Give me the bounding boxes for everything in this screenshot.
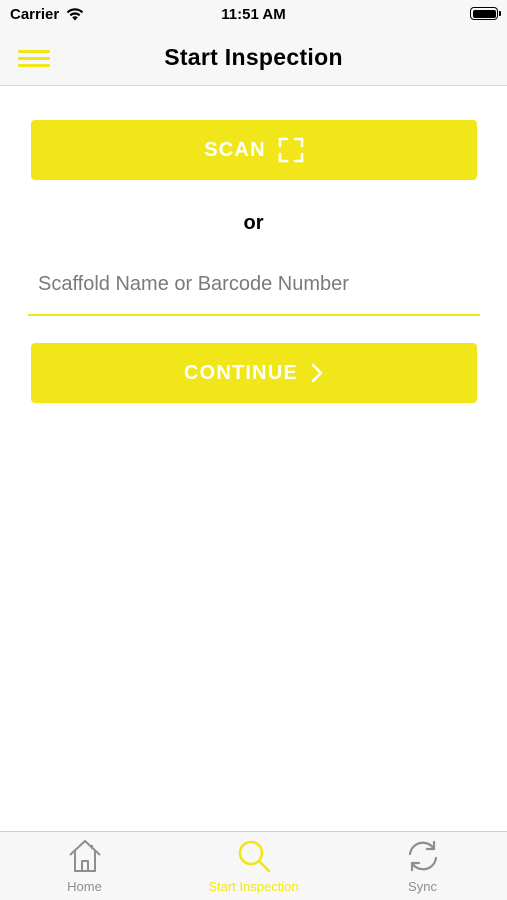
or-separator: or [243, 212, 264, 234]
sync-icon [408, 840, 437, 872]
nav-bar: Start Inspection [0, 30, 507, 86]
page-title: Start Inspection [164, 44, 343, 70]
scaffold-search-input[interactable] [38, 266, 468, 302]
tab-start-inspection[interactable]: Start Inspection [169, 836, 338, 898]
tab-sync[interactable]: Sync [338, 836, 507, 898]
scan-button[interactable]: SCAN [31, 120, 477, 180]
chevron-right-icon [311, 363, 323, 383]
scan-button-label: SCAN [204, 138, 266, 161]
tab-bar: Home Start Inspection Sync [0, 831, 507, 900]
battery-icon [470, 7, 501, 20]
scan-frame-icon [278, 137, 304, 163]
search-icon [238, 840, 270, 873]
screen: Carrier 11:51 AM Start Inspection SCAN o… [0, 0, 507, 900]
status-bar: Carrier 11:51 AM [0, 0, 507, 30]
scaffold-search-field [28, 258, 480, 316]
tab-start-inspection-label: Start Inspection [208, 879, 299, 894]
continue-button-label: CONTINUE [183, 361, 299, 384]
tab-home[interactable]: Home [0, 836, 169, 898]
tab-home-label: Home [67, 879, 102, 894]
tab-sync-label: Sync [408, 879, 437, 894]
battery-level [472, 9, 496, 18]
home-icon [68, 840, 101, 872]
status-time: 11:51 AM [221, 6, 286, 23]
continue-button[interactable]: CONTINUE [31, 343, 477, 403]
